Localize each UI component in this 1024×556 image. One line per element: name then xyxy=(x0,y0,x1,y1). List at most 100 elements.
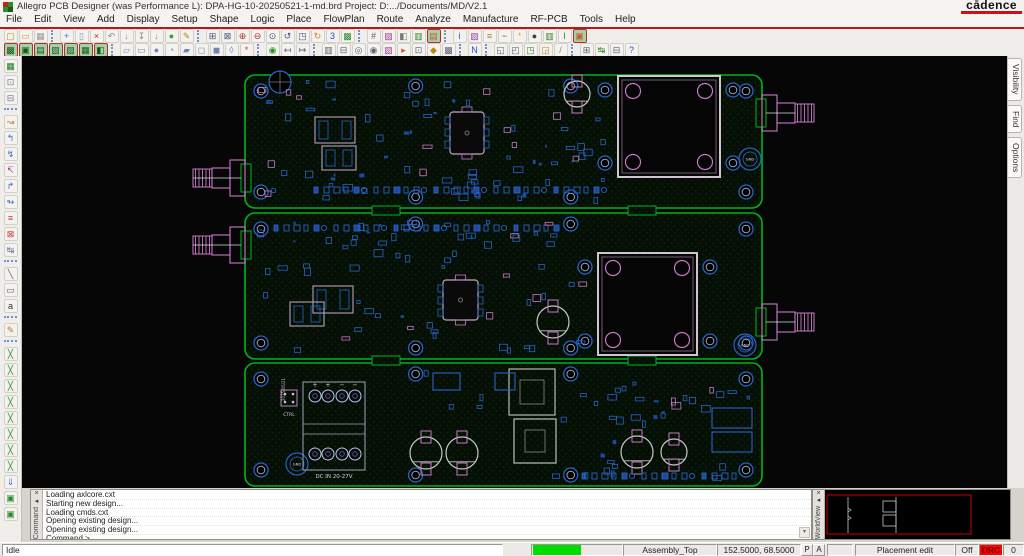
copy-icon[interactable]: ▯ xyxy=(75,29,89,43)
menu-tools[interactable]: Tools xyxy=(574,14,609,26)
snapshot-icon[interactable]: ◉ xyxy=(367,43,381,57)
lattice-icon[interactable]: ▩ xyxy=(442,43,456,57)
worldview-undock-icon[interactable]: ◂ xyxy=(814,497,823,504)
menu-analyze[interactable]: Analyze xyxy=(409,14,457,26)
menu-view[interactable]: View xyxy=(57,14,91,26)
route-pin-icon[interactable]: ↸ xyxy=(4,163,18,177)
fix-object-icon[interactable]: ╳ xyxy=(4,443,18,457)
board-etch-icon[interactable]: ▦ xyxy=(79,43,93,57)
shield-can[interactable] xyxy=(598,76,740,177)
highlight-icon[interactable]: ● xyxy=(165,29,179,43)
key-lock-icon[interactable]: ◆ xyxy=(427,43,441,57)
align-drop-icon[interactable]: ⇓ xyxy=(4,475,18,489)
board-sym-icon[interactable]: ▤ xyxy=(34,43,48,57)
board-grid-icon[interactable]: ▤ xyxy=(427,29,441,43)
dart-pin-icon[interactable]: ✎ xyxy=(180,29,194,43)
shape-edit-icon[interactable]: ◉ xyxy=(266,43,280,57)
shape-arc-icon[interactable]: ◔ xyxy=(165,43,179,57)
board-mask-icon[interactable]: ◧ xyxy=(94,43,108,57)
label-edit-icon[interactable]: ◲ xyxy=(539,43,553,57)
paste-icon[interactable]: ↓ xyxy=(120,29,134,43)
cns-show-icon[interactable]: ▥ xyxy=(412,29,426,43)
copy-fanout-icon[interactable]: ▣ xyxy=(4,491,18,505)
library-book-icon[interactable]: ⊟ xyxy=(337,43,351,57)
menu-edit[interactable]: Edit xyxy=(28,14,57,26)
slide-icon[interactable]: ╳ xyxy=(4,347,18,361)
tab-find[interactable]: Find xyxy=(1008,105,1022,134)
command-prompt[interactable]: Command > xyxy=(46,535,811,539)
layer-swap-icon[interactable]: ↹ xyxy=(4,243,18,257)
hourglass-icon[interactable]: I xyxy=(558,29,572,43)
shape-sq-icon[interactable]: ◻ xyxy=(195,43,209,57)
move-icon[interactable]: + xyxy=(60,29,74,43)
drop-mark-icon[interactable]: ↓ xyxy=(150,29,164,43)
text-block-icon[interactable]: ⊡ xyxy=(4,75,18,89)
via-pattern-icon[interactable]: ⊠ xyxy=(4,227,18,241)
flag-set-icon[interactable]: ▸ xyxy=(397,43,411,57)
redraw-icon[interactable]: ↻ xyxy=(311,29,325,43)
shield-can[interactable] xyxy=(578,253,717,355)
properties-icon[interactable]: ▥ xyxy=(322,43,336,57)
shape-rect-icon[interactable]: ▭ xyxy=(135,43,149,57)
menu-place[interactable]: Place xyxy=(280,14,317,26)
board-open-2-icon[interactable]: ▣ xyxy=(19,43,33,57)
label-open-icon[interactable]: ◰ xyxy=(509,43,523,57)
route-z-icon[interactable]: ↯ xyxy=(4,147,18,161)
ic-package[interactable] xyxy=(438,275,483,325)
zoom-in-icon[interactable]: ⊕ xyxy=(236,29,250,43)
info-icon[interactable]: i xyxy=(453,29,467,43)
help-icon[interactable]: ? xyxy=(625,43,639,57)
zoom-selection-icon[interactable]: ◳ xyxy=(296,29,310,43)
design-canvas[interactable]: GNDGNDGND++−−DC IN 20-27VCTRL2025/05/21 xyxy=(22,56,1007,488)
label-new-icon[interactable]: ◱ xyxy=(494,43,508,57)
color-priority-icon[interactable]: ▨ xyxy=(382,29,396,43)
custom-smooth-icon[interactable]: ╳ xyxy=(4,379,18,393)
paste-fanout-icon[interactable]: ▣ xyxy=(4,507,18,521)
new-design-icon[interactable]: ▢ xyxy=(4,29,18,43)
console-close-icon[interactable]: × xyxy=(32,490,41,498)
route-corner-icon[interactable]: ↰ xyxy=(4,131,18,145)
unmiter-icon[interactable]: ╳ xyxy=(4,411,18,425)
board-geom-icon[interactable]: ▧ xyxy=(49,43,63,57)
label-strike-icon[interactable]: / xyxy=(554,43,568,57)
compare-design-icon[interactable]: ▧ xyxy=(468,29,482,43)
menu-setup[interactable]: Setup xyxy=(165,14,203,26)
shape-frect-icon[interactable]: ▰ xyxy=(180,43,194,57)
attach-icon[interactable]: ↧ xyxy=(135,29,149,43)
console-scroll-down-icon[interactable]: ▾ xyxy=(799,527,810,538)
film-pair-icon[interactable]: ⊟ xyxy=(4,91,18,105)
stretch-right-icon[interactable]: ↦ xyxy=(296,43,310,57)
open-drawing-icon[interactable]: ▦ xyxy=(4,59,18,73)
blast-icon[interactable]: ● xyxy=(528,29,542,43)
ic-package[interactable] xyxy=(445,107,489,159)
save-design-icon[interactable]: ▦ xyxy=(34,29,48,43)
pick-button[interactable]: P xyxy=(801,544,813,556)
menu-flowplan[interactable]: FlowPlan xyxy=(317,14,370,26)
stretch-left-icon[interactable]: ↤ xyxy=(281,43,295,57)
undo-icon[interactable]: ↶ xyxy=(105,29,119,43)
board-open-1-icon[interactable]: ▩ xyxy=(4,43,18,57)
route-angle-icon[interactable]: ↱ xyxy=(4,179,18,193)
tab-visibility[interactable]: Visibility xyxy=(1008,58,1022,101)
zoom-points-icon[interactable]: ⊞ xyxy=(206,29,220,43)
group-objects-icon[interactable]: ⊞ xyxy=(580,43,594,57)
film-frame-icon[interactable]: ⊟ xyxy=(610,43,624,57)
menu-route[interactable]: Route xyxy=(371,14,410,26)
signal-router-icon[interactable]: N xyxy=(468,43,482,57)
add-rect-icon[interactable]: ▭ xyxy=(4,283,18,297)
shape-circle-icon[interactable]: ● xyxy=(150,43,164,57)
brush-icon[interactable]: ~ xyxy=(498,29,512,43)
menu-file[interactable]: File xyxy=(0,14,28,26)
menu-logic[interactable]: Logic xyxy=(245,14,281,26)
console-undock-icon[interactable]: ◂ xyxy=(32,498,41,506)
column-status-icon[interactable]: ▥ xyxy=(543,29,557,43)
add-connect-icon[interactable]: ↝ xyxy=(4,115,18,129)
open-design-icon[interactable]: ▭ xyxy=(19,29,33,43)
hatch-fill-icon[interactable]: ≡ xyxy=(4,211,18,225)
shape-polygon-icon[interactable]: ▱ xyxy=(120,43,134,57)
assign-color-icon[interactable]: ▧ xyxy=(382,43,396,57)
menu-manufacture[interactable]: Manufacture xyxy=(457,14,525,26)
worldview-close-icon[interactable]: × xyxy=(814,490,823,497)
delete-icon[interactable]: × xyxy=(90,29,104,43)
snake-route-icon[interactable]: ╳ xyxy=(4,427,18,441)
